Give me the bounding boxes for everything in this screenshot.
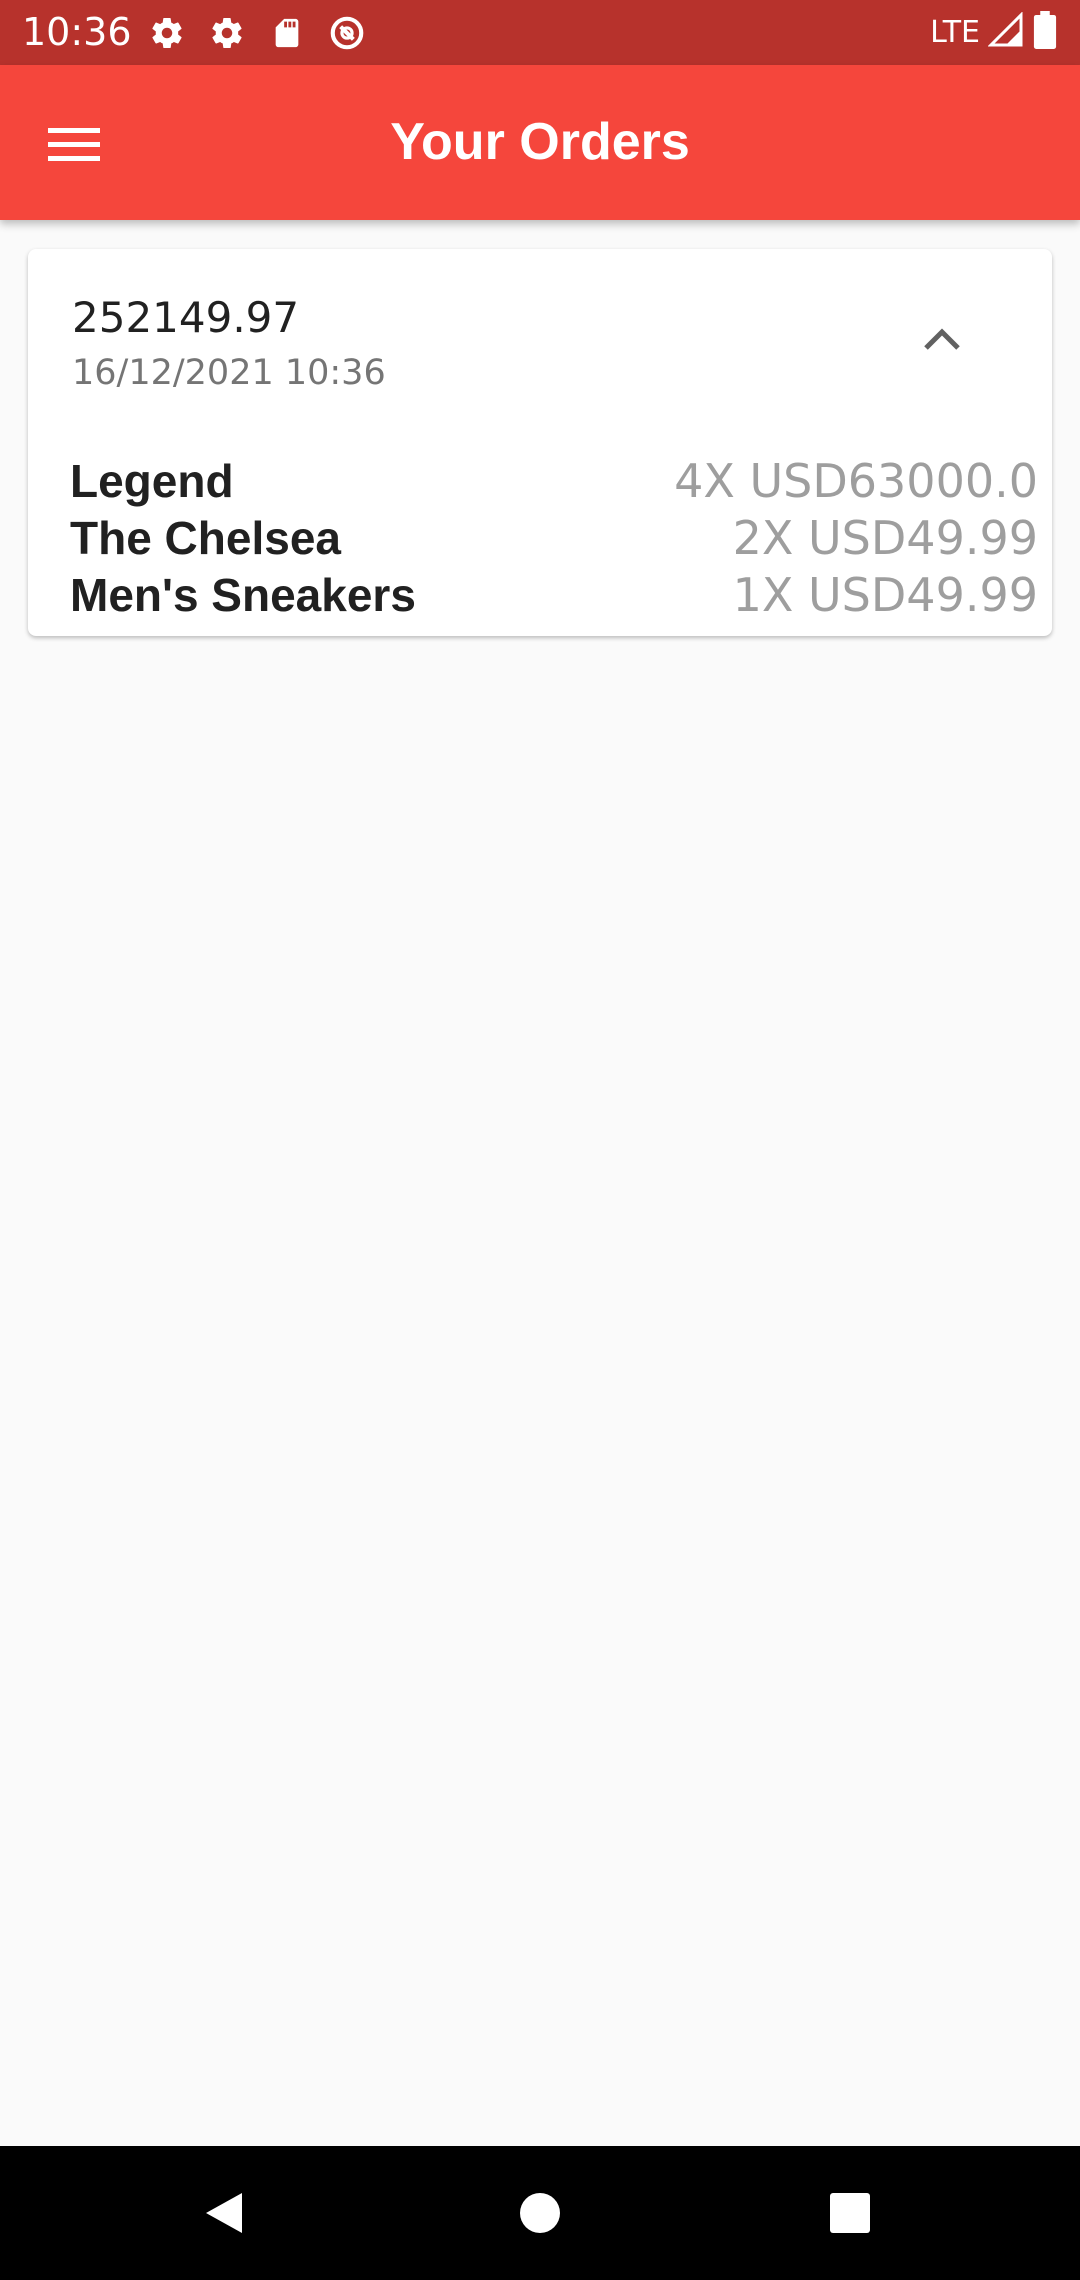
app-bar: Your Orders	[0, 65, 1080, 220]
home-icon	[520, 2193, 560, 2233]
order-date: 16/12/2021 10:36	[72, 353, 386, 393]
order-items-list: Legend 4X USD63000.0 The Chelsea 2X USD4…	[70, 454, 1038, 625]
nav-bar	[0, 2146, 1080, 2280]
order-header[interactable]: 252149.97 16/12/2021 10:36	[28, 249, 1052, 419]
network-label: LTE	[930, 14, 980, 50]
do-not-disturb-icon	[328, 14, 366, 52]
status-time: 10:36	[22, 10, 132, 54]
settings-icon	[148, 14, 186, 52]
signal-icon	[987, 10, 1024, 53]
list-item: Legend 4X USD63000.0	[70, 454, 1038, 511]
item-name: Legend	[70, 455, 234, 507]
list-item: Men's Sneakers 1X USD49.99	[70, 568, 1038, 625]
back-icon	[206, 2193, 242, 2233]
status-icons-left	[148, 14, 366, 52]
recents-button[interactable]	[810, 2173, 890, 2253]
status-right: LTE	[930, 10, 1058, 54]
status-bar: 10:36 LTE	[0, 0, 1080, 65]
order-card: 252149.97 16/12/2021 10:36 Legend 4X USD…	[28, 249, 1052, 636]
hamburger-menu-icon	[48, 128, 100, 161]
list-item: The Chelsea 2X USD49.99	[70, 511, 1038, 568]
menu-button[interactable]	[40, 109, 110, 179]
chevron-up-icon	[924, 328, 960, 350]
item-qty-price: 2X USD49.99	[732, 511, 1038, 565]
sd-card-icon	[268, 14, 306, 52]
recents-icon	[830, 2193, 870, 2233]
order-total: 252149.97	[72, 293, 300, 342]
item-qty-price: 1X USD49.99	[732, 568, 1038, 622]
item-name: The Chelsea	[70, 512, 341, 564]
home-button[interactable]	[500, 2173, 580, 2253]
settings-icon	[208, 14, 246, 52]
item-name: Men's Sneakers	[70, 569, 416, 621]
page-title: Your Orders	[390, 113, 690, 171]
item-qty-price: 4X USD63000.0	[674, 454, 1038, 508]
back-button[interactable]	[184, 2173, 264, 2253]
collapse-button[interactable]	[912, 309, 972, 369]
screen: 10:36 LTE Your Orders 252149.97 16/12/20…	[0, 0, 1080, 2280]
battery-icon	[1032, 10, 1058, 54]
